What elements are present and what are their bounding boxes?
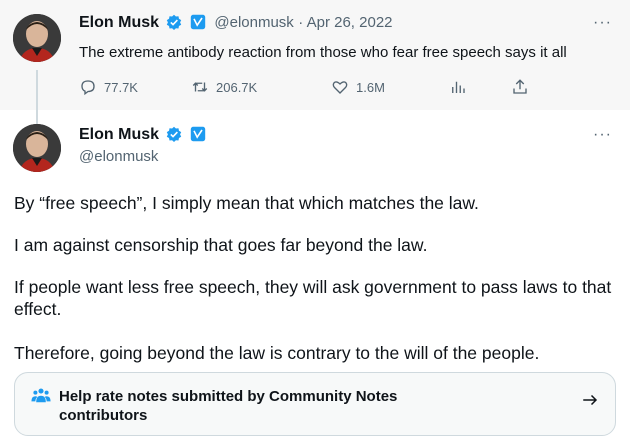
community-notes-prompt[interactable]: Help rate notes submitted by Community N… — [14, 372, 616, 436]
author-handle[interactable]: @elonmusk — [214, 14, 293, 31]
quoted-header: Elon Musk @elonmusk · Apr 26, 2022 — [79, 14, 393, 32]
reply-button[interactable]: 77.7K — [79, 78, 138, 96]
affiliate-badge-icon — [190, 14, 206, 30]
verified-badge-icon — [167, 14, 182, 30]
author-name[interactable]: Elon Musk — [79, 14, 159, 31]
community-notes-label: Help rate notes submitted by Community N… — [59, 388, 398, 424]
main-author-line: Elon Musk — [79, 126, 206, 144]
share-button[interactable] — [511, 78, 536, 96]
author-handle[interactable]: @elonmusk — [79, 148, 158, 165]
retweet-button[interactable]: 206.7K — [191, 78, 257, 96]
more-options-icon[interactable]: ··· — [593, 14, 612, 32]
verified-badge-icon — [167, 126, 182, 142]
avatar[interactable] — [13, 124, 61, 172]
quoted-text: The extreme antibody reaction from those… — [79, 44, 567, 61]
thread-connector — [36, 70, 38, 124]
action-bar: 77.7K 206.7K 1.6M — [79, 78, 549, 100]
tweet-date[interactable]: · Apr 26, 2022 — [298, 14, 392, 31]
views-button[interactable] — [449, 78, 474, 96]
reply-count: 77.7K — [104, 79, 138, 95]
tweet-paragraph: I am against censorship that goes far be… — [14, 235, 428, 255]
like-button[interactable]: 1.6M — [331, 78, 385, 96]
arrow-right-icon[interactable] — [581, 391, 599, 409]
bar-chart-icon — [452, 81, 465, 93]
more-options-icon[interactable]: ··· — [593, 126, 612, 144]
retweet-icon — [192, 82, 208, 92]
reply-icon — [81, 80, 95, 96]
author-name[interactable]: Elon Musk — [79, 126, 159, 143]
people-icon — [31, 388, 51, 403]
tweet-paragraph: Therefore, going beyond the law is contr… — [14, 343, 540, 363]
retweet-count: 206.7K — [216, 79, 258, 95]
avatar[interactable] — [13, 14, 61, 62]
heart-icon — [332, 81, 348, 94]
share-icon — [513, 79, 527, 94]
affiliate-badge-icon — [190, 126, 206, 142]
like-count: 1.6M — [356, 79, 385, 95]
tweet-paragraph: By “free speech”, I simply mean that whi… — [14, 193, 479, 213]
quoted-tweet[interactable]: Elon Musk @elonmusk · Apr 26, 2022 ··· T… — [0, 0, 630, 110]
tweet-paragraph: If people want less free speech, they wi… — [14, 277, 612, 319]
